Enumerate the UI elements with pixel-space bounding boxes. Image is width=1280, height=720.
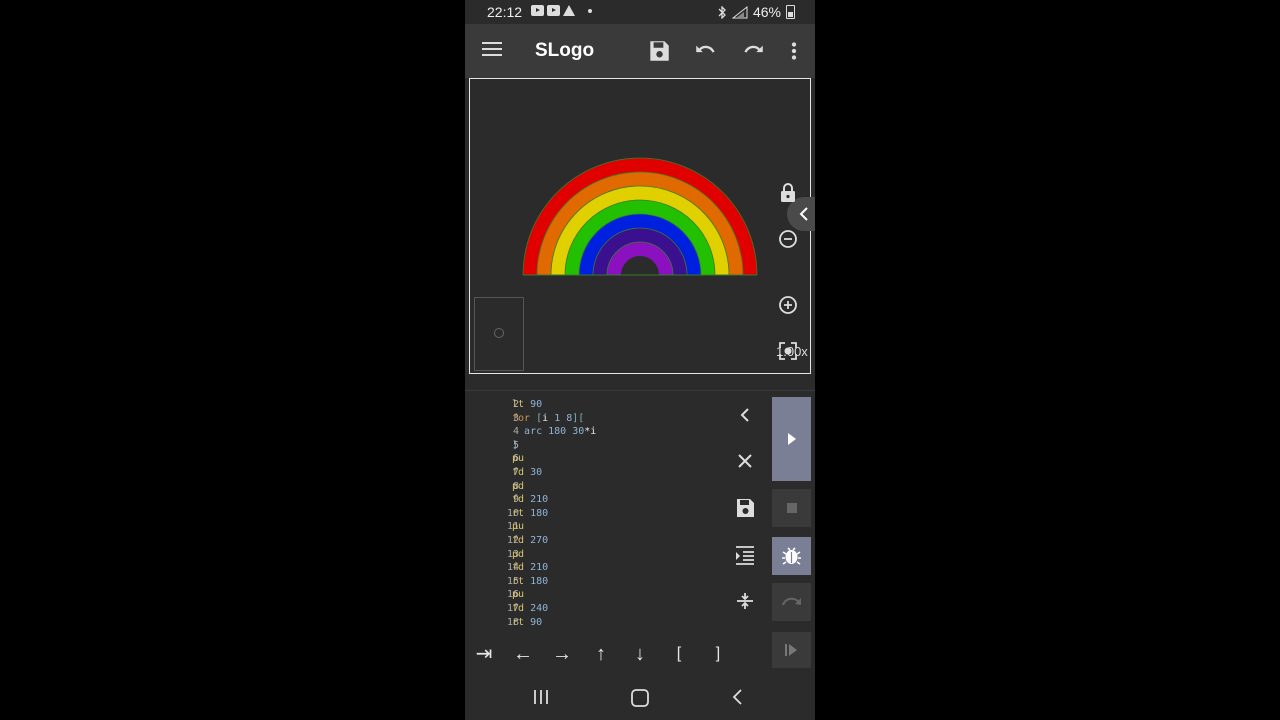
stop-icon	[787, 503, 797, 513]
debug-icon	[782, 547, 801, 565]
bluetooth-icon	[718, 5, 726, 19]
line-code: rt 90	[512, 616, 543, 628]
lock-icon[interactable]	[776, 181, 800, 205]
fit-screen-icon[interactable]	[776, 339, 800, 363]
chevron-left-icon[interactable]	[733, 403, 757, 427]
code-line[interactable]: 18 rt 90	[465, 617, 725, 631]
warning-icon	[563, 5, 575, 16]
step-button[interactable]	[772, 632, 811, 668]
format-indent-icon[interactable]	[733, 543, 757, 567]
app-bar: SLogo	[465, 24, 815, 78]
step-icon	[785, 644, 797, 656]
signal-icon	[731, 5, 748, 18]
code-line[interactable]: 6 pu	[465, 453, 725, 467]
line-code: fd 270	[512, 534, 549, 546]
battery-percent: 46%	[752, 4, 781, 20]
code-line[interactable]: 13 pd	[465, 549, 725, 563]
code-line[interactable]: 16 pu	[465, 589, 725, 603]
phone-screen: 22:12 46% SLogo 1.00x 2 lt 90 3 for [i 1…	[465, 0, 815, 720]
line-code: pu	[512, 589, 525, 601]
recent-apps-icon[interactable]	[532, 688, 550, 706]
code-editor[interactable]: 2 lt 90 3 for [i 1 8][4 arc 180 30*i 5] 6 pu 7 f…	[465, 393, 725, 637]
code-line[interactable]: 3 for [i 1 8][	[465, 413, 725, 427]
line-code: rt 180	[512, 575, 549, 587]
code-line[interactable]: 14 fd 210	[465, 562, 725, 576]
code-line[interactable]: 7 fd 30	[465, 467, 725, 481]
turtle-canvas[interactable]: 1.00x	[469, 78, 815, 374]
youtube-icon	[547, 5, 560, 16]
play-icon	[788, 433, 796, 445]
line-code: pu	[512, 521, 525, 533]
line-code: fd 210	[512, 562, 549, 574]
code-line[interactable]: 2 lt 90	[465, 399, 725, 413]
line-code: rt 180	[512, 507, 549, 519]
key-left[interactable]: ←	[509, 640, 537, 668]
code-line[interactable]: 4 arc 180 30*i	[465, 426, 725, 440]
status-time: 22:12	[487, 4, 523, 20]
close-icon[interactable]	[733, 449, 757, 473]
line-code: ]	[512, 439, 519, 451]
menu-icon[interactable]	[482, 42, 502, 56]
more-vert-icon[interactable]	[781, 38, 807, 64]
line-code: fd 240	[512, 602, 549, 614]
back-icon[interactable]	[729, 688, 747, 706]
youtube-icon	[531, 5, 544, 16]
zoom-in-icon[interactable]	[776, 293, 800, 317]
code-editor-panel: 2 lt 90 3 for [i 1 8][4 arc 180 30*i 5] 6 pu 7 f…	[465, 390, 815, 636]
battery-icon	[786, 5, 795, 19]
redo-icon[interactable]	[740, 38, 766, 64]
code-line[interactable]: 11 pu	[465, 521, 725, 535]
system-icons: 46%	[717, 4, 795, 20]
more-notifications-icon	[588, 8, 592, 13]
step-over-button[interactable]	[772, 583, 811, 621]
line-code: for [i 1 8][	[512, 412, 585, 424]
code-line[interactable]: 9 fd 210	[465, 494, 725, 508]
line-code: lt 90	[512, 399, 543, 410]
code-line[interactable]: 10 rt 180	[465, 508, 725, 522]
save-icon[interactable]	[733, 496, 757, 520]
turtle-marker	[494, 328, 504, 338]
app-title: SLogo	[535, 40, 595, 61]
line-code: fd 210	[512, 494, 549, 506]
vertical-align-center-icon[interactable]	[733, 589, 757, 613]
step-over-icon	[782, 597, 801, 606]
debug-button[interactable]	[772, 537, 811, 575]
save-icon[interactable]	[646, 38, 672, 64]
minimap[interactable]	[474, 297, 524, 371]
key-right[interactable]: →	[548, 640, 576, 668]
key-open-bracket[interactable]: [	[665, 640, 693, 668]
key-up[interactable]: ↑	[587, 640, 615, 668]
home-icon[interactable]	[630, 688, 650, 708]
status-bar: 22:12 46%	[465, 0, 815, 24]
code-line[interactable]: 17 fd 240	[465, 603, 725, 617]
rainbow-arc	[607, 242, 673, 276]
line-code: pd	[512, 480, 525, 492]
code-line[interactable]: 5]	[465, 440, 725, 454]
run-button[interactable]	[772, 397, 811, 481]
special-keys-row: ⇥ ← → ↑ ↓ [ ]	[465, 632, 815, 672]
stop-button[interactable]	[772, 489, 811, 527]
key-tab[interactable]: ⇥	[470, 640, 498, 668]
zoom-out-icon[interactable]	[776, 227, 800, 251]
key-down[interactable]: ↓	[626, 640, 654, 668]
key-close-bracket[interactable]: ]	[704, 640, 732, 668]
notification-icons	[531, 5, 592, 16]
system-nav-bar	[465, 672, 815, 720]
line-code: pd	[512, 548, 525, 560]
line-code: pu	[512, 453, 525, 465]
undo-icon[interactable]	[693, 38, 719, 64]
line-code: arc 180 30*i	[524, 426, 597, 438]
code-line[interactable]: 8 pd	[465, 481, 725, 495]
line-code: fd 30	[512, 466, 543, 478]
code-line[interactable]: 12 fd 270	[465, 535, 725, 549]
code-line[interactable]: 15 rt 180	[465, 576, 725, 590]
